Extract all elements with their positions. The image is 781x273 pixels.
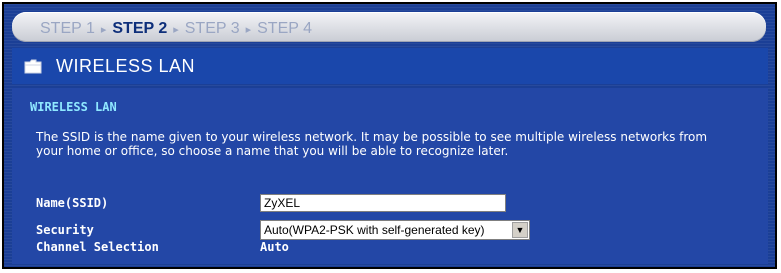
step-arrow-icon: ▸ <box>173 23 179 36</box>
folder-icon <box>24 59 42 74</box>
step-4: STEP 4 <box>257 20 312 37</box>
wizard-frame: STEP 1 ▸ STEP 2 ▸ STEP 3 ▸ STEP 4 WIRELE… <box>2 2 777 269</box>
step-1: STEP 1 <box>40 20 95 37</box>
step-3: STEP 3 <box>184 20 240 37</box>
wireless-panel: WIRELESS LAN The SSID is the name given … <box>12 88 768 264</box>
ssid-input[interactable] <box>260 194 506 212</box>
step-bar: STEP 1 ▸ STEP 2 ▸ STEP 3 ▸ STEP 4 <box>12 12 766 42</box>
step-arrow-icon: ▸ <box>245 23 252 36</box>
security-label: Security <box>36 223 94 237</box>
security-row: Security Auto(WPA2-PSK with self-generat… <box>36 220 530 240</box>
chevron-down-icon[interactable]: ▼ <box>512 222 528 238</box>
channel-label: Channel Selection <box>36 240 159 254</box>
section-title: WIRELESS LAN <box>30 100 117 114</box>
step-list: STEP 1 ▸ STEP 2 ▸ STEP 3 ▸ STEP 4 <box>40 20 312 38</box>
ssid-label: Name(SSID) <box>36 196 109 210</box>
security-select[interactable]: Auto(WPA2-PSK with self-generated key) ▼ <box>260 220 530 240</box>
step-2: STEP 2 <box>112 20 168 37</box>
security-selected-value: Auto(WPA2-PSK with self-generated key) <box>264 223 485 237</box>
channel-row: Channel Selection Auto <box>36 240 289 254</box>
page-title: WIRELESS LAN <box>56 55 196 76</box>
channel-value: Auto <box>260 240 289 254</box>
page-header: WIRELESS LAN <box>12 48 768 84</box>
ssid-row: Name(SSID) <box>36 194 506 212</box>
description-text: The SSID is the name given to your wirel… <box>36 130 708 158</box>
step-arrow-icon: ▸ <box>100 23 107 36</box>
